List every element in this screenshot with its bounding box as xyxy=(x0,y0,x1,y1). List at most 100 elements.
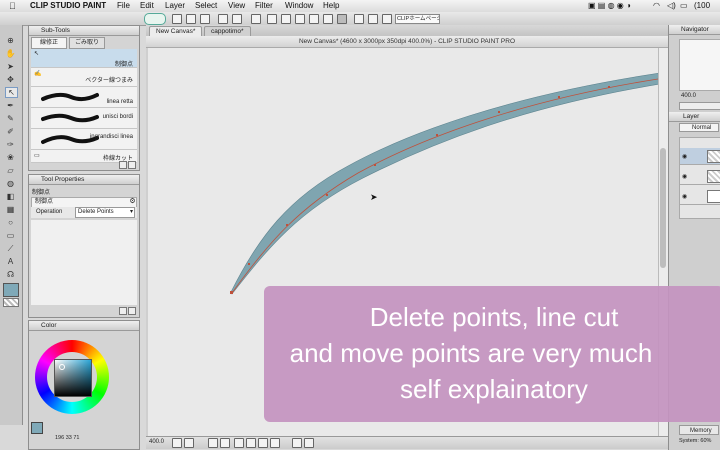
layer-panel-title: Layer xyxy=(669,112,720,122)
text-tool-icon[interactable]: A xyxy=(5,257,16,266)
new-subtool-icon[interactable] xyxy=(119,161,127,169)
caption-overlay: Delete points, line cut and move points … xyxy=(264,286,720,422)
invert-selection-button[interactable] xyxy=(309,14,319,24)
pencil-tool-icon[interactable]: ✎ xyxy=(5,114,16,123)
save-button[interactable] xyxy=(200,14,210,24)
clear-button[interactable] xyxy=(267,14,277,24)
frame-tool-icon[interactable]: ▭ xyxy=(5,231,16,240)
detail-icon[interactable] xyxy=(128,307,136,315)
snap-ruler-button[interactable] xyxy=(323,14,333,24)
navigator-preview[interactable] xyxy=(679,39,720,91)
window-title: New Canvas* (4600 x 3000px 350dpi 400.0%… xyxy=(146,36,668,48)
caption-line-2: and move points are very much xyxy=(289,338,653,368)
blend-tool-icon[interactable]: ◍ xyxy=(5,179,16,188)
layer-row[interactable]: ◉ xyxy=(680,148,720,165)
fit-button[interactable] xyxy=(234,438,244,448)
color-values: 196 33 71 xyxy=(55,435,80,441)
open-file-button[interactable] xyxy=(186,14,196,24)
pen-tool-icon[interactable]: ✒ xyxy=(5,101,16,110)
eraser-tool-icon[interactable]: ▱ xyxy=(5,166,16,175)
eye-icon[interactable]: ◉ xyxy=(682,173,687,180)
layer-list: ◉ ◉ ◉ xyxy=(679,137,720,219)
pen-pressure-button[interactable] xyxy=(368,14,378,24)
operation-select[interactable]: Delete Points ▾ xyxy=(75,207,135,218)
deselect-button[interactable] xyxy=(295,14,305,24)
battery-icon[interactable]: ▭ xyxy=(680,0,688,12)
menu-help[interactable]: Help xyxy=(323,0,339,12)
redo-button[interactable] xyxy=(232,14,242,24)
menu-file[interactable]: File xyxy=(117,0,130,12)
wrench-icon[interactable]: ⚙ xyxy=(128,197,137,206)
menu-select[interactable]: Select xyxy=(195,0,217,12)
transparent-swatch[interactable] xyxy=(3,298,19,307)
color-picker-handle[interactable] xyxy=(59,364,65,370)
menu-window[interactable]: Window xyxy=(285,0,313,12)
memory-button[interactable]: Memory xyxy=(679,425,719,435)
actual-size-button[interactable] xyxy=(246,438,256,448)
move-tool-icon[interactable]: ✥ xyxy=(5,75,16,84)
figure-tool-icon[interactable]: ○ xyxy=(5,218,16,227)
clip-studio-button[interactable] xyxy=(144,13,166,25)
apple-icon[interactable]:  xyxy=(9,0,16,12)
snap-grid-button[interactable] xyxy=(354,14,364,24)
subtool-tab-dust[interactable]: ごみ取り xyxy=(69,37,105,49)
zoom-value[interactable]: 400.0 xyxy=(149,439,164,445)
main-color-chip[interactable] xyxy=(31,422,43,434)
flip-button[interactable] xyxy=(258,438,268,448)
operation-tool-icon[interactable]: ➤ xyxy=(5,62,16,71)
hand-tool-icon[interactable]: ✋ xyxy=(5,49,16,58)
layer-row[interactable]: ◉ xyxy=(680,168,720,185)
subtool-panel-title: Sub-Tools xyxy=(29,26,139,36)
blend-mode-select[interactable]: Normal xyxy=(679,123,719,132)
sound-icon[interactable]: ◁) xyxy=(667,0,676,12)
prev-page-button[interactable] xyxy=(292,438,302,448)
main-color-swatch[interactable] xyxy=(3,283,19,297)
snap-special-button[interactable] xyxy=(337,14,347,24)
control-points[interactable] xyxy=(230,86,610,294)
next-page-button[interactable] xyxy=(304,438,314,448)
menu-filter[interactable]: Filter xyxy=(255,0,273,12)
chevron-down-icon: ▾ xyxy=(129,209,133,215)
correct-line-tool-icon[interactable]: ↖ xyxy=(5,87,18,98)
subtool-item-linea-retta[interactable]: linea retta xyxy=(31,87,137,108)
subtool-item-unisci-bordi[interactable]: unisci bordi xyxy=(31,108,137,129)
ruler-tool-icon[interactable]: ⟋ xyxy=(5,244,16,253)
wifi-icon[interactable]: ◠ xyxy=(653,0,660,12)
reset-icon[interactable] xyxy=(119,307,127,315)
new-file-button[interactable] xyxy=(172,14,182,24)
command-bar: CLIPホームページ xyxy=(0,12,720,26)
subtool-tab-correct-line[interactable]: 線修正 xyxy=(31,37,67,49)
app-name-menu[interactable]: CLIP STUDIO PAINT xyxy=(30,0,106,12)
zoom-tool-icon[interactable]: ⊕ xyxy=(5,36,16,45)
airbrush-tool-icon[interactable]: ✑ xyxy=(5,140,16,149)
eye-icon[interactable]: ◉ xyxy=(682,193,687,200)
subtool-item-pinch-vector[interactable]: ✍ ベクター線つまみ xyxy=(31,68,137,87)
balloon-tool-icon[interactable]: ☊ xyxy=(5,270,16,279)
reset-view-button[interactable] xyxy=(270,438,280,448)
zoom-out-button[interactable] xyxy=(172,438,182,448)
undo-button[interactable] xyxy=(218,14,228,24)
subtool-item-control-point[interactable]: ↖ 制御点 xyxy=(31,49,137,68)
settings-button[interactable] xyxy=(382,14,392,24)
gradient-tool-icon[interactable]: ▦ xyxy=(5,205,16,214)
brush-tool-icon[interactable]: ✐ xyxy=(5,127,16,136)
subtool-panel: Sub-Tools 線修正 ごみ取り ↖ 制御点 ✍ ベクター線つまみ line… xyxy=(28,25,140,171)
zoom-in-button[interactable] xyxy=(184,438,194,448)
decoration-tool-icon[interactable]: ❀ xyxy=(5,153,16,162)
menu-view[interactable]: View xyxy=(228,0,245,12)
navigator-zoom-slider[interactable] xyxy=(679,102,720,110)
subtool-item-ingrandisci-linea[interactable]: ingrandisci linea xyxy=(31,129,137,150)
menu-layer[interactable]: Layer xyxy=(165,0,185,12)
layer-row[interactable]: ◉ xyxy=(680,188,720,205)
delete-subtool-icon[interactable] xyxy=(128,161,136,169)
clip-homepage-button[interactable]: CLIPホームページ xyxy=(395,14,440,24)
eye-icon[interactable]: ◉ xyxy=(682,153,687,160)
fill-tool-icon[interactable]: ◧ xyxy=(5,192,16,201)
scroll-thumb[interactable] xyxy=(660,148,666,268)
transform-button[interactable] xyxy=(251,14,261,24)
fill-button[interactable] xyxy=(281,14,291,24)
rotate-right-button[interactable] xyxy=(220,438,230,448)
menu-edit[interactable]: Edit xyxy=(140,0,154,12)
navigator-zoom[interactable]: 400.0 xyxy=(681,93,696,99)
rotate-left-button[interactable] xyxy=(208,438,218,448)
